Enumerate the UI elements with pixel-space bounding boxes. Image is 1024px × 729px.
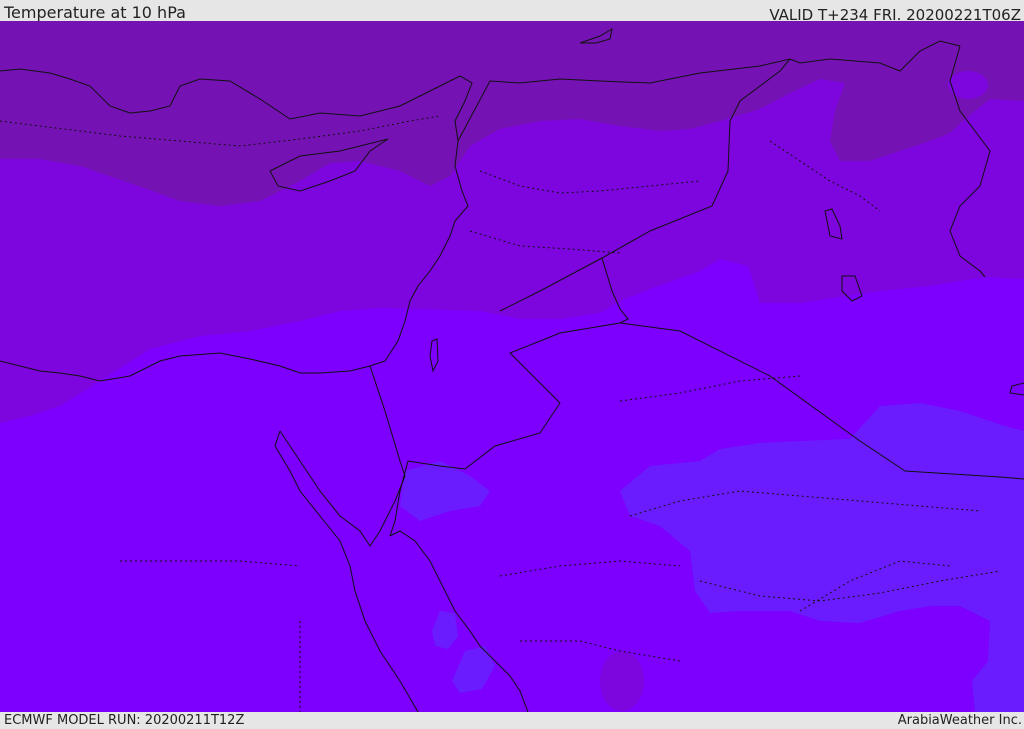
- credit: ArabiaWeather Inc.: [897, 713, 1022, 728]
- temperature-patch-dark: [948, 71, 988, 99]
- header-bar: Temperature at 10 hPa VALID T+234 FRI. 2…: [0, 0, 1024, 24]
- map-canvas: [0, 21, 1024, 713]
- map-title: Temperature at 10 hPa: [4, 3, 186, 22]
- model-run: ECMWF MODEL RUN: 20200211T12Z: [4, 713, 245, 728]
- footer-bar: ECMWF MODEL RUN: 20200211T12Z ArabiaWeat…: [0, 712, 1024, 729]
- temperature-patch-dark: [600, 651, 644, 711]
- temperature-map: [0, 21, 1024, 713]
